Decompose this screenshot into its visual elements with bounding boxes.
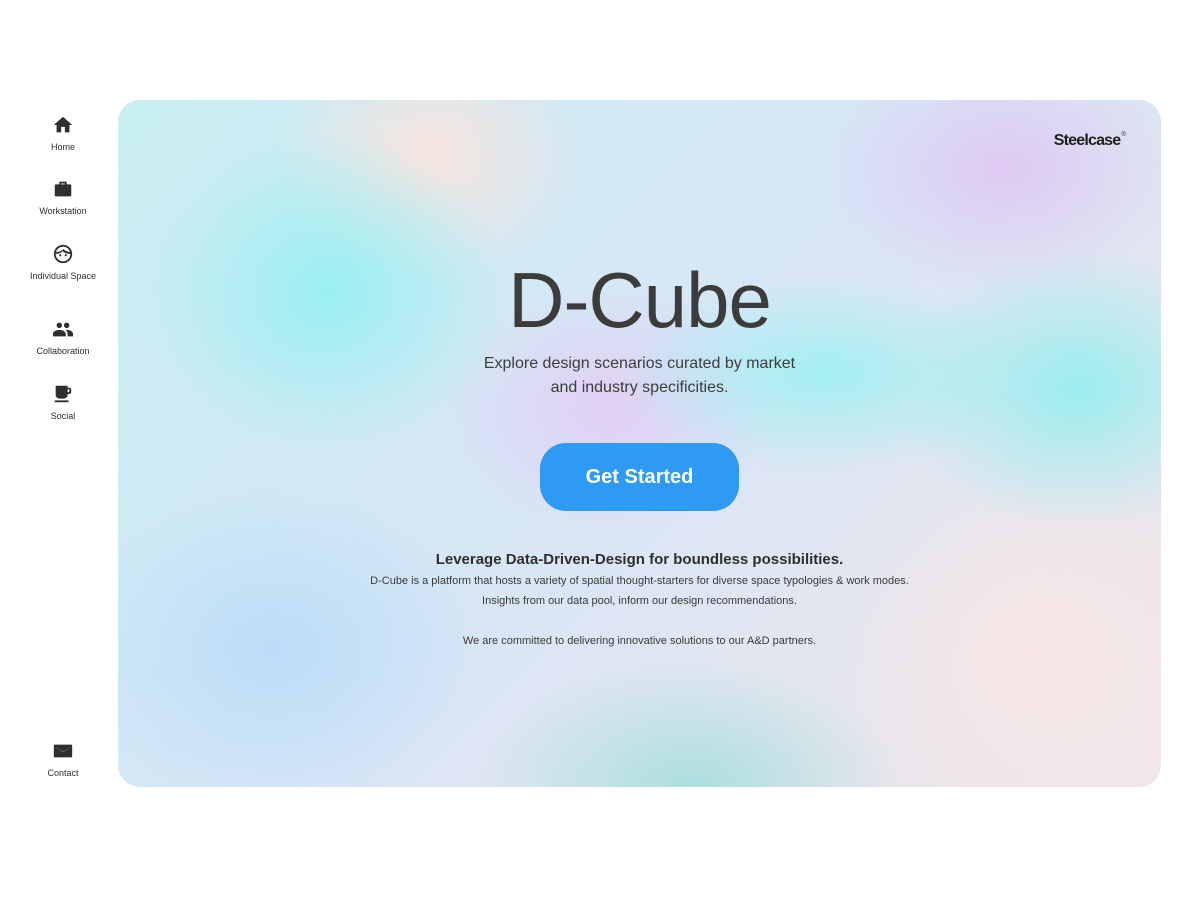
value-proposition-heading: Leverage Data-Driven-Design for boundles… [435,551,844,568]
get-started-button[interactable]: Get Started [540,443,739,511]
sidebar-item-workstation[interactable]: Workstation [0,178,126,216]
home-icon [53,116,73,133]
people-icon [52,322,74,337]
sidebar-item-home[interactable]: Home [0,114,126,152]
hero-panel: Steelcase® D-Cube Explore design scenari… [118,100,1161,787]
steelcase-logo[interactable]: Steelcase® [1053,132,1126,150]
sidebar-item-label: Contact [47,768,79,778]
mail-icon [53,744,73,758]
sidebar-item-label: Social [50,411,76,421]
sidebar-item-collaboration[interactable]: Collaboration [0,318,126,356]
sidebar-item-label: Workstation [39,206,87,216]
briefcase-icon [54,181,72,197]
sidebar-item-individual-space[interactable]: Individual Space [0,243,126,281]
subtitle-line: Explore design scenarios curated by mark… [483,355,796,372]
sidebar-nav: Home Workstation Individual Space Collab… [0,100,126,790]
brand-name: Steelcase [1053,132,1121,149]
registered-mark: ® [1121,132,1125,138]
coffee-icon [54,385,72,403]
hero-subtitle: Explore design scenarios curated by mark… [118,352,1161,400]
sidebar-item-social[interactable]: Social [0,383,126,421]
description-line: We are committed to delivering innovativ… [462,635,817,647]
description-line: D-Cube is a platform that hosts a variet… [370,575,909,587]
description-line: Insights from our data pool, inform our … [482,595,797,607]
subtitle-line: and industry specificities. [550,379,729,396]
sidebar-item-label: Collaboration [36,346,90,356]
page-title: D-Cube [508,256,772,344]
sidebar-item-label: Individual Space [29,271,97,281]
sidebar-item-contact[interactable]: Contact [0,740,126,778]
sidebar-item-label: Home [50,142,75,152]
face-icon [53,244,73,264]
